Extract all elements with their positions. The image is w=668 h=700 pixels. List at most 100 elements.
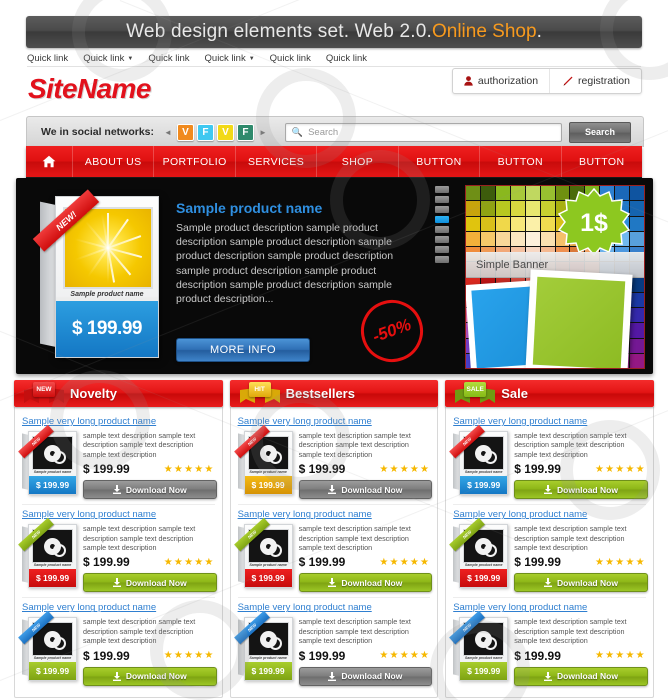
quick-link-5[interactable]: Quick link	[270, 53, 311, 64]
download-now-button[interactable]: Download Now	[83, 480, 217, 500]
column-bestsellers: HIT Bestsellers Sample very long product…	[229, 380, 439, 698]
social-icon-f-cyan[interactable]: F	[196, 123, 214, 141]
quick-link-1[interactable]: Quick link	[27, 53, 68, 64]
column-novelty: NEW Novelty Sample very long product nam…	[14, 380, 223, 698]
product-price: $ 199.99	[83, 462, 130, 477]
slider-dot[interactable]	[435, 256, 449, 263]
social-icon-v-orange[interactable]: V	[176, 123, 194, 141]
slider-dot[interactable]	[435, 196, 449, 203]
page-title-accent: Online Shop	[431, 21, 537, 42]
slider-dot[interactable]	[435, 246, 449, 253]
slider-dot[interactable]	[435, 226, 449, 233]
column-body-sale: Sample very long product name Sample pro…	[445, 407, 654, 698]
download-label: Download Now	[341, 484, 403, 495]
authorization-button[interactable]: authorization	[453, 69, 549, 93]
download-label: Download Now	[125, 577, 187, 588]
slider-dot[interactable]	[435, 206, 449, 213]
product-price: $ 199.99	[298, 555, 346, 570]
rating-stars: ★★★★★	[163, 650, 215, 662]
hero-description: Sample product description sample produc…	[176, 222, 394, 306]
product-name-link[interactable]: Sample very long product name	[238, 602, 431, 613]
download-icon	[112, 578, 121, 588]
quick-link-2[interactable]: Quick link ▼	[83, 53, 133, 64]
slider-dot[interactable]	[435, 186, 449, 193]
social-networks-label: We in social networks:	[41, 126, 155, 138]
column-header-bestsellers: HIT Bestsellers	[229, 380, 439, 407]
product-item: Sample very long product name Sample pro…	[233, 412, 433, 504]
page-root: Web design elements set. Web 2.0. Online…	[0, 0, 668, 700]
social-icon-v-yellow[interactable]: V	[216, 123, 234, 141]
social-search-strip: We in social networks: ◄ V F V F ► 🔍 Sea…	[26, 116, 644, 147]
download-icon	[328, 578, 337, 588]
product-item: Sample very long product name Sample pro…	[18, 597, 217, 690]
product-name-link[interactable]: Sample very long product name	[453, 416, 646, 427]
social-prev-arrow[interactable]: ◄	[162, 128, 174, 137]
download-now-button[interactable]: Download Now	[514, 573, 648, 593]
product-name-link[interactable]: Sample very long product name	[22, 416, 215, 427]
download-now-button[interactable]: Download Now	[514, 666, 648, 686]
product-name-link[interactable]: Sample very long product name	[238, 416, 431, 427]
thumb-price: $ 199.99	[35, 573, 70, 584]
column-header-sale: SALE Sale	[445, 380, 654, 407]
social-icon-f-green[interactable]: F	[236, 123, 254, 141]
column-title: Sale	[501, 386, 528, 401]
social-next-arrow[interactable]: ►	[257, 128, 269, 137]
download-now-button[interactable]: Download Now	[298, 480, 433, 500]
page-title-main: Web design elements set. Web 2.0.	[126, 21, 432, 42]
download-now-button[interactable]: Download Now	[298, 666, 433, 686]
quick-link-3[interactable]: Quick link	[148, 53, 189, 64]
home-icon	[42, 155, 56, 168]
thumb-caption: Sample product name	[33, 563, 72, 568]
nav-item-button-3[interactable]: BUTTON	[562, 146, 642, 177]
quick-link-label: Quick link	[83, 53, 125, 64]
user-icon	[464, 76, 473, 86]
product-description: sample text description sample text desc…	[298, 524, 411, 553]
quick-links-bar: Quick link Quick link ▼ Quick link Quick …	[27, 53, 367, 64]
download-now-button[interactable]: Download Now	[298, 573, 433, 593]
nav-item-portfolio[interactable]: PORTFOLIO	[154, 146, 236, 177]
download-now-button[interactable]: Download Now	[514, 480, 648, 500]
product-description: sample text description sample text desc…	[514, 431, 627, 459]
slider-dot[interactable]	[435, 236, 449, 243]
product-price: $ 199.99	[514, 555, 561, 570]
page-title-bar: Web design elements set. Web 2.0. Online…	[26, 16, 642, 48]
product-name-link[interactable]: Sample very long product name	[453, 509, 646, 520]
site-logo[interactable]: SiteName	[28, 73, 151, 105]
product-item: Sample very long product name Sample pro…	[449, 597, 648, 690]
simple-banner-panel[interactable]: 1$ Simple Banner	[465, 185, 645, 369]
quick-link-label: Quick link	[27, 53, 69, 64]
product-name-link[interactable]: Sample very long product name	[453, 602, 646, 613]
nav-item-home[interactable]	[26, 146, 73, 177]
quick-link-4[interactable]: Quick link ▼	[205, 53, 255, 64]
search-button[interactable]: Search	[569, 121, 631, 143]
search-input[interactable]: 🔍 Search	[284, 122, 562, 142]
quick-link-6[interactable]: Quick link	[326, 53, 367, 64]
quick-link-label: Quick link	[325, 53, 368, 64]
more-info-button[interactable]: MORE INFO	[176, 338, 310, 362]
nav-item-button-2[interactable]: BUTTON	[480, 146, 562, 177]
nav-item-about-us[interactable]: ABOUT US	[73, 146, 155, 177]
product-name-link[interactable]: Sample very long product name	[22, 602, 215, 613]
rating-stars: ★★★★★	[594, 463, 646, 475]
download-now-button[interactable]: Download Now	[83, 666, 217, 686]
nav-item-shop[interactable]: SHOP	[317, 146, 399, 177]
slider-dot-active[interactable]	[435, 216, 449, 223]
product-name-link[interactable]: Sample very long product name	[22, 509, 215, 520]
product-description: sample text description sample text desc…	[298, 431, 411, 459]
rating-stars: ★★★★★	[594, 556, 646, 568]
product-thumbnail: Sample product name $ 199.99 NEW	[233, 611, 293, 682]
product-name-link[interactable]: Sample very long product name	[238, 509, 431, 520]
download-icon	[328, 671, 337, 681]
nav-item-button-1[interactable]: BUTTON	[399, 146, 481, 177]
registration-button[interactable]: registration	[549, 69, 641, 93]
download-now-button[interactable]: Download Now	[83, 573, 217, 593]
download-label: Download Now	[125, 671, 187, 682]
product-price: $ 199.99	[514, 462, 561, 477]
download-icon	[112, 671, 121, 681]
nav-item-services[interactable]: SERVICES	[236, 146, 318, 177]
download-icon	[112, 485, 121, 495]
thumb-price: $ 199.99	[251, 666, 285, 677]
product-thumbnail: Sample product name $ 199.99 NEW	[233, 424, 293, 495]
thumb-price: $ 199.99	[251, 573, 285, 584]
thumb-caption: Sample product name	[464, 656, 503, 661]
